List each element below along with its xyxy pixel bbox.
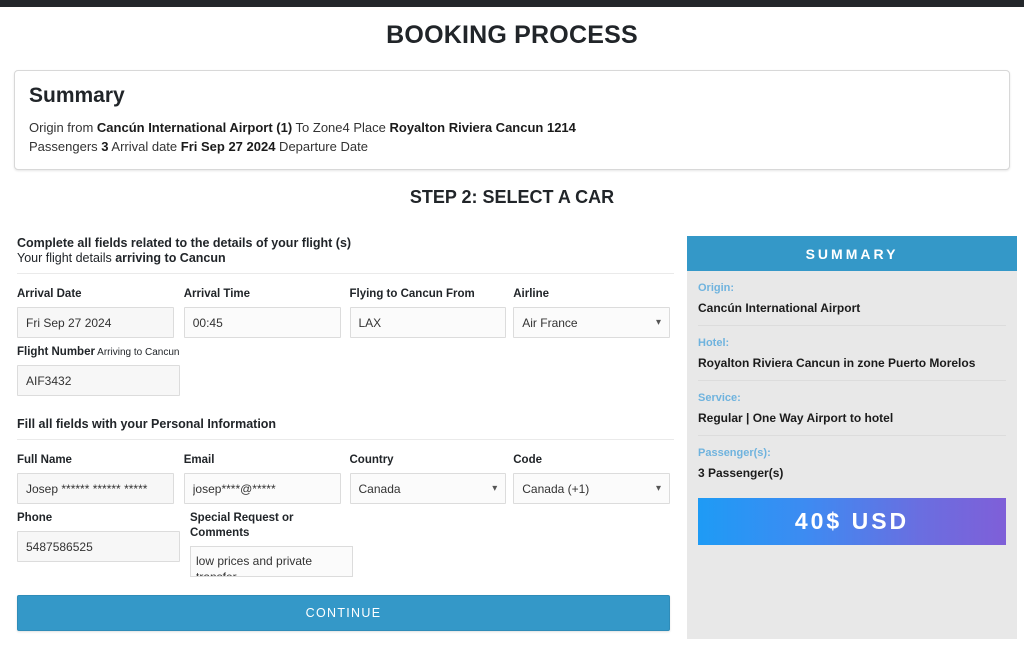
sidebar-hotel-key: Hotel: bbox=[698, 337, 730, 349]
sidebar-hotel-value: Royalton Riviera Cancun in zone Puerto M… bbox=[698, 356, 976, 370]
sidebar-header: SUMMARY bbox=[687, 236, 1017, 271]
sidebar-item-origin: Origin: Cancún International Airport bbox=[698, 271, 1006, 326]
phone-input[interactable] bbox=[17, 531, 180, 562]
price-button[interactable]: 40$ USD bbox=[698, 498, 1006, 545]
personal-section-heading: Fill all fields with your Personal Infor… bbox=[17, 417, 277, 431]
summary-line-origin: Origin from Cancún International Airport… bbox=[29, 118, 995, 137]
field-flight-number: Flight Number Arriving to Cancun bbox=[17, 345, 180, 396]
field-flying-from: Flying to Cancun From bbox=[349, 287, 507, 338]
field-country: Country ▾ bbox=[349, 453, 507, 504]
airline-select[interactable] bbox=[513, 307, 670, 338]
continue-button[interactable]: CONTINUE bbox=[17, 595, 670, 631]
flight-section-title: Complete all fields related to the detai… bbox=[17, 236, 352, 250]
flying-from-label: Flying to Cancun From bbox=[349, 288, 475, 300]
personal-fields-row-2: Phone Special Request or Comments low pr… bbox=[17, 511, 674, 577]
country-select[interactable] bbox=[349, 473, 507, 504]
summary-arrival-mid: Arrival date bbox=[108, 139, 181, 154]
flight-number-input[interactable] bbox=[17, 365, 180, 396]
special-request-textarea[interactable]: low prices and private transfer. bbox=[190, 546, 353, 577]
flight-fields-row: Arrival Date Arrival Time Flying to Canc… bbox=[17, 287, 674, 338]
sidebar-passengers-value: 3 Passenger(s) bbox=[698, 466, 784, 480]
airline-select-wrap: ▾ bbox=[513, 307, 670, 338]
field-phone: Phone bbox=[17, 511, 180, 577]
flight-section-subtitle: Your flight details arriving to Cancun bbox=[17, 251, 674, 266]
step-title: STEP 2: SELECT A CAR bbox=[409, 187, 615, 207]
arrival-date-label: Arrival Date bbox=[17, 288, 82, 300]
summary-departure-label: Departure Date bbox=[275, 139, 368, 154]
sidebar-item-passengers: Passenger(s): 3 Passenger(s) bbox=[698, 436, 1006, 490]
sidebar-origin-key: Origin: bbox=[698, 282, 735, 294]
main-content: Complete all fields related to the detai… bbox=[0, 236, 1024, 639]
field-arrival-time: Arrival Time bbox=[183, 287, 341, 338]
page-title: BOOKING PROCESS bbox=[386, 21, 638, 49]
code-select[interactable] bbox=[513, 473, 670, 504]
flight-number-label-bold: Flight Number bbox=[17, 346, 95, 358]
sidebar-passengers-key: Passenger(s): bbox=[698, 447, 771, 459]
sidebar-item-hotel: Hotel: Royalton Riviera Cancun in zone P… bbox=[698, 326, 1006, 381]
flight-subtitle-prefix: Your flight details bbox=[17, 251, 116, 265]
code-select-wrap: ▾ bbox=[513, 473, 670, 504]
sidebar-service-key: Service: bbox=[698, 392, 741, 404]
flight-section-heading: Complete all fields related to the detai… bbox=[17, 236, 674, 266]
summary-origin-mid: To Zone4 Place bbox=[292, 120, 390, 135]
sidebar-body: Origin: Cancún International Airport Hot… bbox=[687, 271, 1017, 545]
flight-subtitle-bold: arriving to Cancun bbox=[115, 251, 226, 265]
summary-box: Summary Origin from Cancún International… bbox=[14, 70, 1010, 170]
sidebar-item-service: Service: Regular | One Way Airport to ho… bbox=[698, 381, 1006, 436]
special-request-label: Special Request or Comments bbox=[190, 512, 294, 539]
field-full-name: Full Name bbox=[17, 453, 174, 504]
arrival-time-label: Arrival Time bbox=[183, 288, 251, 300]
summary-sidebar: SUMMARY Origin: Cancún International Air… bbox=[687, 236, 1017, 639]
sidebar-service-value: Regular | One Way Airport to hotel bbox=[698, 411, 894, 425]
summary-origin-prefix: Origin from bbox=[29, 120, 97, 135]
summary-origin-value: Cancún International Airport (1) bbox=[96, 120, 293, 135]
flight-number-label-light: Arriving to Cancun bbox=[94, 347, 180, 358]
field-code: Code ▾ bbox=[513, 453, 670, 504]
flight-section-divider bbox=[17, 273, 674, 274]
full-name-label: Full Name bbox=[17, 454, 72, 466]
summary-place-value: Royalton Riviera Cancun 1214 bbox=[389, 120, 576, 135]
email-label: Email bbox=[183, 454, 215, 466]
country-label: Country bbox=[349, 454, 394, 466]
summary-passengers-prefix: Passengers bbox=[29, 139, 102, 154]
arrival-date-input[interactable] bbox=[17, 307, 174, 338]
airline-label: Airline bbox=[513, 288, 550, 300]
flying-from-input[interactable] bbox=[349, 307, 507, 338]
personal-fields-row-1: Full Name Email Country ▾ Code ▾ bbox=[17, 453, 674, 504]
field-airline: Airline ▾ bbox=[513, 287, 670, 338]
flight-number-row: Flight Number Arriving to Cancun bbox=[17, 345, 674, 396]
field-arrival-date: Arrival Date bbox=[17, 287, 174, 338]
email-input[interactable] bbox=[183, 473, 341, 504]
summary-line-passengers: Passengers 3 Arrival date Fri Sep 27 202… bbox=[29, 137, 995, 156]
summary-arrival-date: Fri Sep 27 2024 bbox=[180, 139, 276, 154]
booking-form: Complete all fields related to the detai… bbox=[17, 236, 674, 631]
summary-passengers-count: 3 bbox=[101, 139, 109, 154]
phone-label: Phone bbox=[17, 512, 53, 524]
field-email: Email bbox=[183, 453, 341, 504]
top-dark-bar bbox=[0, 0, 1024, 7]
summary-heading: Summary bbox=[29, 84, 125, 107]
sidebar-origin-value: Cancún International Airport bbox=[698, 301, 861, 315]
full-name-input[interactable] bbox=[17, 473, 174, 504]
arrival-time-input[interactable] bbox=[183, 307, 341, 338]
country-select-wrap: ▾ bbox=[349, 473, 507, 504]
flight-number-label: Flight Number Arriving to Cancun bbox=[17, 345, 180, 360]
field-special-request: Special Request or Comments low prices a… bbox=[190, 511, 353, 577]
code-label: Code bbox=[513, 454, 542, 466]
personal-section-divider bbox=[17, 439, 674, 440]
